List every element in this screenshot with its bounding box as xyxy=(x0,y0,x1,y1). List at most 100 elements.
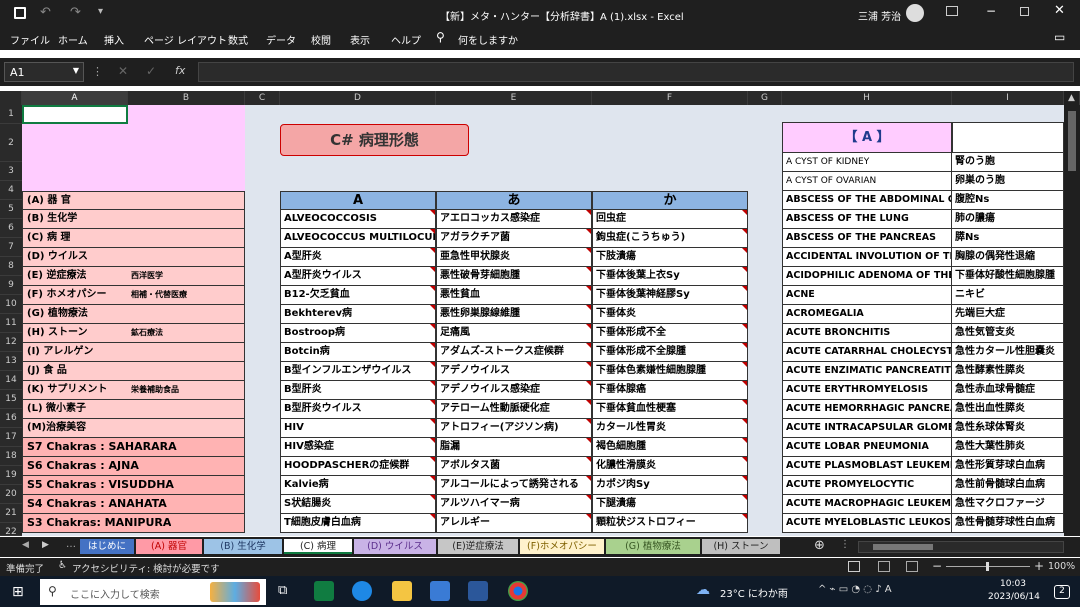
accessibility-status[interactable]: アクセシビリティ: 検討が必要です xyxy=(72,561,220,575)
comment-indicator-icon[interactable] xyxy=(586,305,591,310)
accessibility-icon[interactable]: ♿ xyxy=(58,560,67,571)
table-cell[interactable]: 下垂体腺癌 xyxy=(592,381,748,400)
menu-review[interactable]: 校閲 xyxy=(311,32,331,47)
dict-english-cell[interactable]: ACNE xyxy=(782,286,952,305)
table-cell[interactable]: 顆粒状ジストロフィー xyxy=(592,514,748,533)
sheet-tab[interactable]: (C) 病理 xyxy=(284,539,352,554)
column-header-g[interactable]: G xyxy=(748,91,782,105)
taskbar-search-box[interactable]: ⚲ ここに入力して検索 xyxy=(40,579,266,605)
comment-indicator-icon[interactable] xyxy=(430,305,435,310)
formula-input[interactable] xyxy=(198,62,1074,82)
menu-data[interactable]: データ xyxy=(266,32,296,47)
comment-indicator-icon[interactable] xyxy=(430,343,435,348)
comment-indicator-icon[interactable] xyxy=(586,324,591,329)
row-header[interactable]: 2 xyxy=(0,124,22,162)
comment-indicator-icon[interactable] xyxy=(742,267,747,272)
zoom-out-icon[interactable]: − xyxy=(932,559,942,573)
comment-indicator-icon[interactable] xyxy=(742,229,747,234)
row-header[interactable]: 20 xyxy=(0,485,22,504)
comment-indicator-icon[interactable] xyxy=(742,476,747,481)
dict-english-cell[interactable]: ACUTE MYELOBLASTIC LEUKOSIS xyxy=(782,514,952,533)
row-header[interactable]: 16 xyxy=(0,409,22,428)
table-cell[interactable]: B型肝炎ウイルス xyxy=(280,400,436,419)
sheet-tab[interactable]: (H) ストーン xyxy=(702,539,780,554)
row-header[interactable]: 17 xyxy=(0,428,22,447)
sheet-tab[interactable]: (E)逆症療法 xyxy=(438,539,518,554)
menu-page-layout[interactable]: ページ レイアウト xyxy=(144,32,227,47)
comment-indicator-icon[interactable] xyxy=(586,400,591,405)
table-cell[interactable]: 下垂体形成不全腺腫 xyxy=(592,343,748,362)
category-item[interactable]: (H) ストーン 鉱石療法 xyxy=(22,324,245,343)
comment-indicator-icon[interactable] xyxy=(430,495,435,500)
dict-japanese-cell[interactable]: 急性カタール性胆嚢炎 xyxy=(952,343,1064,362)
sheet-tab[interactable]: (F)ホメオパシー xyxy=(520,539,604,554)
comment-indicator-icon[interactable] xyxy=(430,476,435,481)
dict-japanese-cell[interactable]: 卵巣のう胞 xyxy=(952,172,1064,191)
table-cell[interactable]: T細胞皮膚白血病 xyxy=(280,514,436,533)
category-item[interactable]: (E) 逆症療法 西洋医学 xyxy=(22,267,245,286)
row-header[interactable]: 7 xyxy=(0,238,22,257)
category-item[interactable]: S5 Chakras : VISUDDHA xyxy=(22,476,245,495)
comment-indicator-icon[interactable] xyxy=(742,362,747,367)
comment-indicator-icon[interactable] xyxy=(430,457,435,462)
select-all-corner[interactable] xyxy=(0,91,22,105)
dict-english-cell[interactable]: ACUTE INTRACAPSULAR GLOMERULONEPHRITIS xyxy=(782,419,952,438)
table-cell[interactable]: ALVEOCOCCOSIS xyxy=(280,210,436,229)
category-item[interactable]: (C) 病 理 xyxy=(22,229,245,248)
zoom-slider-thumb[interactable] xyxy=(986,562,989,571)
redo-icon[interactable]: ↷ xyxy=(70,5,81,20)
dict-japanese-cell[interactable]: 膵Ns xyxy=(952,229,1064,248)
comment-indicator-icon[interactable] xyxy=(430,286,435,291)
menu-insert[interactable]: 挿入 xyxy=(104,32,124,47)
comment-indicator-icon[interactable] xyxy=(430,400,435,405)
column-header-a[interactable]: A xyxy=(22,91,128,105)
table-cell[interactable]: B型肝炎 xyxy=(280,381,436,400)
row-header[interactable]: 9 xyxy=(0,276,22,295)
table-cell[interactable]: 下垂体貧血性梗塞 xyxy=(592,400,748,419)
dict-english-cell[interactable]: A CYST OF KIDNEY xyxy=(782,153,952,172)
comment-indicator-icon[interactable] xyxy=(742,305,747,310)
row-header[interactable]: 21 xyxy=(0,504,22,523)
dict-english-cell[interactable]: ACUTE PROMYELOCYTIC xyxy=(782,476,952,495)
comment-indicator-icon[interactable] xyxy=(742,438,747,443)
table-cell[interactable]: 下腿潰瘍 xyxy=(592,495,748,514)
table-cell[interactable]: ALVEOCOCCUS MULTILOCULARIS xyxy=(280,229,436,248)
dict-japanese-cell[interactable]: 下垂体好酸性細胞腺腫 xyxy=(952,267,1064,286)
cancel-icon[interactable]: ✕ xyxy=(118,64,128,78)
dict-japanese-cell[interactable]: 急性形質芽球白血病 xyxy=(952,457,1064,476)
dict-english-cell[interactable]: ABSCESS OF THE ABDOMINAL CAVITY xyxy=(782,191,952,210)
sheet-tab[interactable]: (G) 植物療法 xyxy=(606,539,700,554)
save-icon[interactable] xyxy=(14,7,26,19)
dict-english-cell[interactable]: ACUTE ENZIMATIC PANCREATITIS xyxy=(782,362,952,381)
dict-japanese-cell[interactable]: 急性前骨髄球白血病 xyxy=(952,476,1064,495)
table-cell[interactable]: 褐色細胞腫 xyxy=(592,438,748,457)
comment-indicator-icon[interactable] xyxy=(586,495,591,500)
table-cell[interactable]: 悪性卵巣腺線維腫 xyxy=(436,305,592,324)
category-item[interactable]: (B) 生化学 xyxy=(22,210,245,229)
row-header[interactable]: 12 xyxy=(0,333,22,352)
dict-japanese-cell[interactable]: 先端巨大症 xyxy=(952,305,1064,324)
dict-english-cell[interactable]: ACUTE PLASMOBLAST LEUKEMIA xyxy=(782,457,952,476)
table-cell[interactable]: 足痛風 xyxy=(436,324,592,343)
table-cell[interactable]: 下垂体形成不全 xyxy=(592,324,748,343)
table-cell[interactable]: Kalvie病 xyxy=(280,476,436,495)
dict-japanese-cell[interactable]: 急性赤血球骨髄症 xyxy=(952,381,1064,400)
column-header-i[interactable]: I xyxy=(952,91,1064,105)
scroll-thumb[interactable] xyxy=(1068,111,1076,171)
table-cell[interactable]: 亜急性甲状腺炎 xyxy=(436,248,592,267)
enter-icon[interactable]: ✓ xyxy=(146,64,156,78)
column-header-c[interactable]: C xyxy=(245,91,280,105)
table-cell[interactable]: 鉤虫症(こうちゅう) xyxy=(592,229,748,248)
table-cell[interactable]: 下垂体色素嫌性細胞腺腫 xyxy=(592,362,748,381)
comment-indicator-icon[interactable] xyxy=(586,210,591,215)
chevron-down-icon[interactable]: ▼ xyxy=(73,66,79,75)
notification-badge[interactable]: 2 xyxy=(1054,585,1070,599)
undo-icon[interactable]: ↶ xyxy=(40,5,51,20)
category-item[interactable]: (G) 植物療法 xyxy=(22,305,245,324)
zoom-level[interactable]: 100% xyxy=(1048,561,1075,572)
comment-indicator-icon[interactable] xyxy=(430,324,435,329)
tab-more-icon[interactable]: … xyxy=(66,539,76,550)
table-cell[interactable]: 回虫症 xyxy=(592,210,748,229)
task-view-icon[interactable]: ⧉ xyxy=(278,583,287,598)
dict-english-cell[interactable]: ACUTE CATARRHAL CHOLECYSTITIS xyxy=(782,343,952,362)
